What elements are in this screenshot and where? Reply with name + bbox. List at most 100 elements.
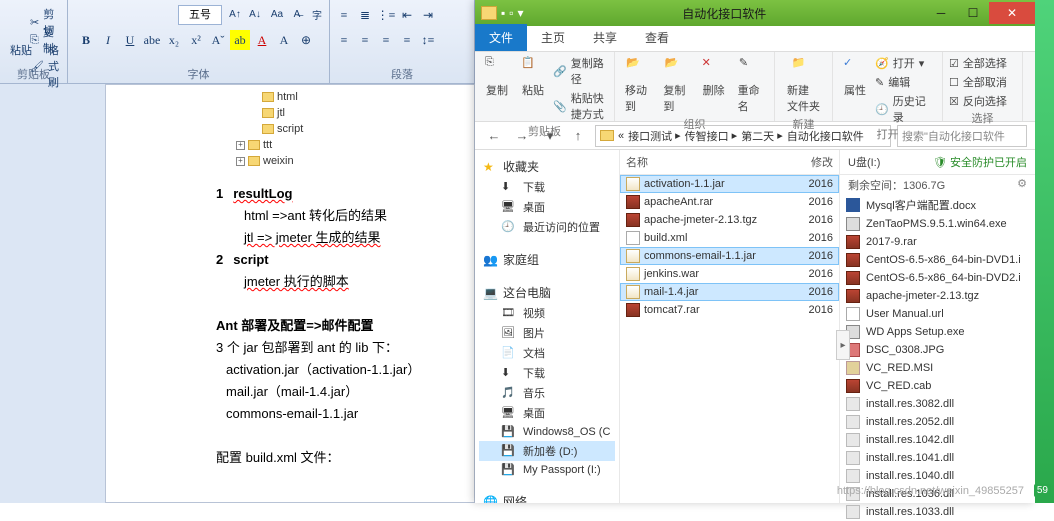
- align-center-button[interactable]: ≡: [355, 30, 375, 50]
- close-button[interactable]: ✕: [989, 2, 1035, 24]
- expand-icon[interactable]: +: [236, 141, 245, 150]
- nav-desktop2[interactable]: 🖥桌面: [479, 403, 615, 423]
- clear-format-button[interactable]: A̶: [288, 5, 306, 23]
- usb-file-row[interactable]: install.res.1040.dll: [840, 467, 1035, 485]
- bold-button[interactable]: B: [76, 30, 96, 50]
- usb-file-row[interactable]: 2017-9.rar: [840, 233, 1035, 251]
- usb-file-row[interactable]: Mysql客户端配置.docx: [840, 195, 1035, 215]
- file-row[interactable]: mail-1.4.jar2016: [620, 283, 839, 301]
- side-badge[interactable]: 59: [1034, 484, 1051, 497]
- qat-icon[interactable]: ▪: [501, 6, 505, 20]
- nav-homegroup[interactable]: 👥家庭组: [479, 249, 615, 270]
- nav-network[interactable]: 🌐网络: [479, 491, 615, 503]
- nav-passport[interactable]: 💾My Passport (I:): [479, 461, 615, 479]
- usb-file-row[interactable]: User Manual.url: [840, 305, 1035, 323]
- paste-shortcut-button[interactable]: 📎粘贴快捷方式: [553, 89, 608, 123]
- nav-downloads[interactable]: ⬇下载: [479, 177, 615, 197]
- usb-file-row[interactable]: install.res.1042.dll: [840, 431, 1035, 449]
- align-right-button[interactable]: ≡: [376, 30, 396, 50]
- tab-home[interactable]: 主页: [527, 24, 579, 51]
- tree-item[interactable]: script: [262, 121, 303, 137]
- qat-icon[interactable]: ▫: [509, 6, 513, 20]
- file-row[interactable]: apacheAnt.rar2016: [620, 193, 839, 211]
- file-header[interactable]: 名称 修改: [620, 150, 839, 175]
- align-left-button[interactable]: ≡: [334, 30, 354, 50]
- properties-button[interactable]: ✓属性: [839, 54, 871, 126]
- usb-file-row[interactable]: CentOS-6.5-x86_64-bin-DVD1.i: [840, 251, 1035, 269]
- select-none-button[interactable]: ☐全部取消: [949, 73, 1016, 91]
- line-spacing-button[interactable]: ↕≡: [418, 30, 438, 50]
- tab-file[interactable]: 文件: [475, 24, 527, 51]
- explorer-titlebar[interactable]: ▪ ▫ ▾ 自动化接口软件 ─ ☐ ✕: [475, 0, 1035, 26]
- rename-button[interactable]: ✎重命名: [734, 54, 768, 116]
- copyto-button[interactable]: 📂复制到: [659, 54, 693, 116]
- phonetic-button[interactable]: 字: [308, 5, 326, 23]
- expand-icon[interactable]: +: [236, 157, 245, 166]
- tab-share[interactable]: 共享: [579, 24, 631, 51]
- usb-file-row[interactable]: apache-jmeter-2.13.tgz: [840, 287, 1035, 305]
- underline-button[interactable]: U: [120, 30, 140, 50]
- font-color-button[interactable]: A: [252, 30, 272, 50]
- new-folder-button[interactable]: 📁新建 文件夹: [781, 54, 826, 116]
- paste-button[interactable]: 📋粘贴: [517, 54, 549, 123]
- usb-file-row[interactable]: install.res.3082.dll: [840, 395, 1035, 413]
- invert-select-button[interactable]: ☒反向选择: [949, 92, 1016, 110]
- strike-button[interactable]: abe: [142, 30, 162, 50]
- shrink-font-button[interactable]: A↓: [246, 5, 264, 23]
- tree-item[interactable]: jtl: [262, 105, 303, 121]
- usb-file-row[interactable]: install.res.1033.dll: [840, 503, 1035, 521]
- nav-favorites[interactable]: ★收藏夹: [479, 156, 615, 177]
- open-button[interactable]: 🧭打开 ▾: [875, 54, 936, 72]
- increase-indent-button[interactable]: ⇥: [418, 5, 438, 25]
- tree-item[interactable]: +weixin: [236, 153, 303, 169]
- document-content[interactable]: 1resultLog html =>ant 转化后的结果 jtl => jmet…: [216, 183, 466, 469]
- change-case-button[interactable]: Aa: [268, 5, 286, 23]
- usb-file-row[interactable]: WD Apps Setup.exe: [840, 323, 1035, 341]
- multilevel-button[interactable]: ⋮≡: [376, 5, 396, 25]
- minimize-button[interactable]: ─: [925, 2, 957, 24]
- nav-music[interactable]: 🎵音乐: [479, 383, 615, 403]
- copypath-button[interactable]: 🔗复制路径: [553, 54, 608, 88]
- subscript-button[interactable]: x₂: [164, 30, 184, 50]
- nav-thispc[interactable]: 💻这台电脑: [479, 282, 615, 303]
- usb-file-row[interactable]: DSC_0308.JPG: [840, 341, 1035, 359]
- nav-d-drive[interactable]: 💾新加卷 (D:): [479, 441, 615, 461]
- file-row[interactable]: apache-jmeter-2.13.tgz2016: [620, 211, 839, 229]
- copy-button[interactable]: ⎘复制: [481, 54, 513, 123]
- tree-item[interactable]: +ttt: [236, 137, 303, 153]
- usb-file-row[interactable]: install.res.2052.dll: [840, 413, 1035, 431]
- moveto-button[interactable]: 📂移动到: [621, 54, 655, 116]
- text-effect-button[interactable]: Aˇ: [208, 30, 228, 50]
- superscript-button[interactable]: x²: [186, 30, 206, 50]
- usb-file-row[interactable]: ZenTaoPMS.9.5.1.win64.exe: [840, 215, 1035, 233]
- highlight-button[interactable]: ab: [230, 30, 250, 50]
- tree-item[interactable]: html: [262, 89, 303, 105]
- usb-file-row[interactable]: VC_RED.cab: [840, 377, 1035, 395]
- grow-font-button[interactable]: A↑: [226, 5, 244, 23]
- gear-icon[interactable]: ⚙: [1017, 177, 1027, 190]
- italic-button[interactable]: I: [98, 30, 118, 50]
- nav-pictures[interactable]: 🖼图片: [479, 323, 615, 343]
- paste-button[interactable]: 粘贴: [0, 40, 38, 60]
- edit-button[interactable]: ✎编辑: [875, 73, 936, 91]
- justify-button[interactable]: ≡: [397, 30, 417, 50]
- panel-collapse-button[interactable]: ▸: [836, 330, 850, 360]
- file-row[interactable]: build.xml2016: [620, 229, 839, 247]
- usb-file-row[interactable]: VC_RED.MSI: [840, 359, 1035, 377]
- tab-view[interactable]: 查看: [631, 24, 683, 51]
- maximize-button[interactable]: ☐: [957, 2, 989, 24]
- nav-recent[interactable]: 🕘最近访问的位置: [479, 217, 615, 237]
- nav-downloads2[interactable]: ⬇下载: [479, 363, 615, 383]
- file-row[interactable]: commons-email-1.1.jar2016: [620, 247, 839, 265]
- usb-file-row[interactable]: install.res.1041.dll: [840, 449, 1035, 467]
- usb-file-row[interactable]: CentOS-6.5-x86_64-bin-DVD2.i: [840, 269, 1035, 287]
- numbering-button[interactable]: ≣: [355, 5, 375, 25]
- nav-videos[interactable]: 🎞视频: [479, 303, 615, 323]
- bullets-button[interactable]: ≡: [334, 5, 354, 25]
- history-button[interactable]: 🕘历史记录: [875, 92, 936, 126]
- char-border-button[interactable]: A: [274, 30, 294, 50]
- nav-documents[interactable]: 📄文档: [479, 343, 615, 363]
- nav-c-drive[interactable]: 💾Windows8_OS (C: [479, 423, 615, 441]
- font-size-select[interactable]: 五号: [178, 5, 222, 25]
- delete-button[interactable]: ✕删除: [698, 54, 730, 116]
